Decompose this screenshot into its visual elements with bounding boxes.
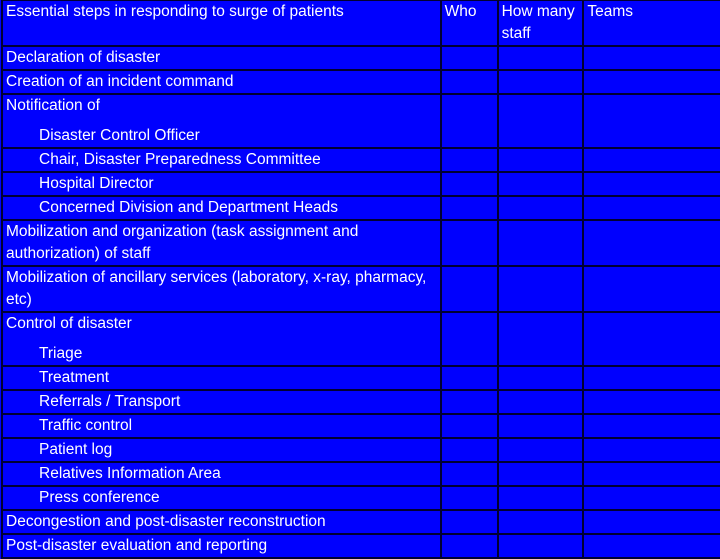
table-row: Control of disaster Triage	[1, 311, 720, 367]
table-row: Mobilization of ancillary services (labo…	[1, 265, 720, 313]
teams-cell[interactable]	[582, 437, 720, 463]
table-row: Declaration of disaster	[1, 45, 720, 71]
teams-cell[interactable]	[582, 365, 720, 391]
who-cell[interactable]	[439, 533, 499, 559]
control-label: Control of disaster	[6, 315, 132, 332]
table-row: Press conference	[1, 485, 720, 511]
teams-cell[interactable]	[582, 265, 720, 313]
teams-cell[interactable]	[582, 219, 720, 267]
table-row: Relatives Information Area	[1, 461, 720, 487]
table-row: Patient log	[1, 437, 720, 463]
notification-item: Hospital Director	[1, 171, 442, 197]
teams-cell[interactable]	[582, 533, 720, 559]
table-row: Chair, Disaster Preparedness Committee	[1, 147, 720, 173]
who-cell[interactable]	[439, 195, 499, 221]
control-item: Press conference	[1, 485, 442, 511]
who-cell[interactable]	[439, 365, 499, 391]
notification-item: Disaster Control Officer	[39, 127, 200, 144]
step-cell: Declaration of disaster	[1, 45, 442, 71]
staff-cell[interactable]	[496, 413, 585, 439]
who-cell[interactable]	[439, 389, 499, 415]
header-who: Who	[439, 0, 499, 47]
header-teams: Teams	[582, 0, 720, 47]
table-row: Traffic control	[1, 413, 720, 439]
notification-item: Concerned Division and Department Heads	[1, 195, 442, 221]
who-cell[interactable]	[439, 437, 499, 463]
notification-label: Notification of	[6, 97, 100, 114]
teams-cell[interactable]	[582, 147, 720, 173]
who-cell[interactable]	[439, 265, 499, 313]
control-item: Traffic control	[1, 413, 442, 439]
step-cell: Creation of an incident command	[1, 69, 442, 95]
staff-cell[interactable]	[496, 365, 585, 391]
staff-cell[interactable]	[496, 93, 585, 149]
staff-cell[interactable]	[496, 219, 585, 267]
staff-cell[interactable]	[496, 389, 585, 415]
step-cell: Mobilization and organization (task assi…	[1, 219, 442, 267]
table-row: Treatment	[1, 365, 720, 391]
teams-cell[interactable]	[582, 413, 720, 439]
who-cell[interactable]	[439, 147, 499, 173]
who-cell[interactable]	[439, 171, 499, 197]
teams-cell[interactable]	[582, 509, 720, 535]
control-item: Treatment	[1, 365, 442, 391]
who-cell[interactable]	[439, 413, 499, 439]
who-cell[interactable]	[439, 93, 499, 149]
who-cell[interactable]	[439, 219, 499, 267]
control-item: Triage	[39, 345, 83, 362]
who-cell[interactable]	[439, 311, 499, 367]
step-cell: Decongestion and post-disaster reconstru…	[1, 509, 442, 535]
step-cell: Post-disaster evaluation and reporting	[1, 533, 442, 559]
header-steps: Essential steps in responding to surge o…	[1, 0, 442, 47]
teams-cell[interactable]	[582, 461, 720, 487]
step-cell: Notification of Disaster Control Officer	[1, 93, 442, 149]
staff-cell[interactable]	[496, 45, 585, 71]
staff-cell[interactable]	[496, 147, 585, 173]
teams-cell[interactable]	[582, 171, 720, 197]
table-row: Decongestion and post-disaster reconstru…	[1, 509, 720, 535]
staff-cell[interactable]	[496, 265, 585, 313]
teams-cell[interactable]	[582, 195, 720, 221]
header-row: Essential steps in responding to surge o…	[1, 0, 720, 47]
teams-cell[interactable]	[582, 69, 720, 95]
teams-cell[interactable]	[582, 389, 720, 415]
table-row: Hospital Director	[1, 171, 720, 197]
surge-response-table: Essential steps in responding to surge o…	[1, 0, 720, 559]
control-item: Referrals / Transport	[1, 389, 442, 415]
staff-cell[interactable]	[496, 533, 585, 559]
table-row: Notification of Disaster Control Officer	[1, 93, 720, 149]
table-row: Mobilization and organization (task assi…	[1, 219, 720, 267]
who-cell[interactable]	[439, 45, 499, 71]
staff-cell[interactable]	[496, 69, 585, 95]
control-item: Patient log	[1, 437, 442, 463]
notification-item: Chair, Disaster Preparedness Committee	[1, 147, 442, 173]
table-row: Concerned Division and Department Heads	[1, 195, 720, 221]
staff-cell[interactable]	[496, 311, 585, 367]
teams-cell[interactable]	[582, 485, 720, 511]
control-item: Relatives Information Area	[1, 461, 442, 487]
step-cell: Mobilization of ancillary services (labo…	[1, 265, 442, 313]
teams-cell[interactable]	[582, 311, 720, 367]
table-row: Post-disaster evaluation and reporting	[1, 533, 720, 559]
staff-cell[interactable]	[496, 509, 585, 535]
table-row: Creation of an incident command	[1, 69, 720, 95]
teams-cell[interactable]	[582, 45, 720, 71]
staff-cell[interactable]	[496, 485, 585, 511]
who-cell[interactable]	[439, 485, 499, 511]
staff-cell[interactable]	[496, 437, 585, 463]
header-how-many-staff: How many staff	[496, 0, 585, 47]
staff-cell[interactable]	[496, 195, 585, 221]
teams-cell[interactable]	[582, 93, 720, 149]
staff-cell[interactable]	[496, 171, 585, 197]
step-cell: Control of disaster Triage	[1, 311, 442, 367]
table-row: Referrals / Transport	[1, 389, 720, 415]
who-cell[interactable]	[439, 69, 499, 95]
who-cell[interactable]	[439, 461, 499, 487]
staff-cell[interactable]	[496, 461, 585, 487]
who-cell[interactable]	[439, 509, 499, 535]
